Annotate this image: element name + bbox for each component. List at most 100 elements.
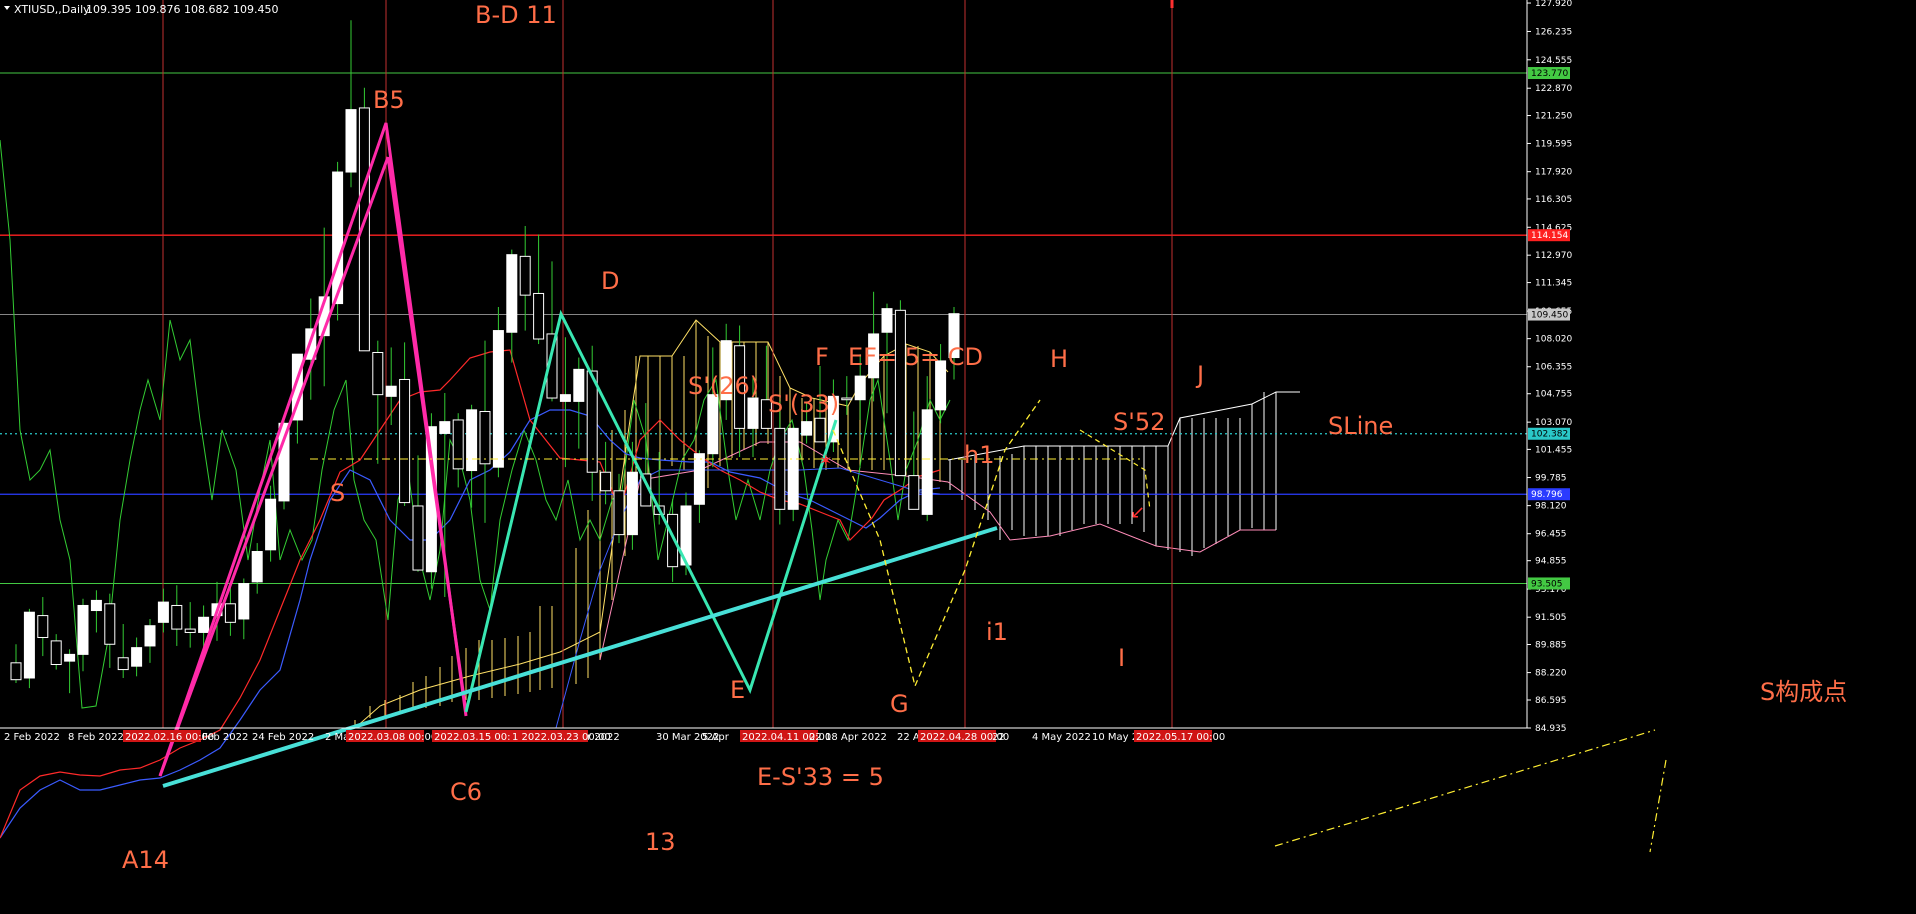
annotation-label: S [330, 479, 345, 507]
price-tick-label: 103.070 [1535, 418, 1572, 428]
symbol-label: XTIUSD,,Daily [14, 3, 90, 16]
annotation-label: J [1195, 361, 1204, 389]
candle-body [519, 255, 531, 296]
annotation-label: C6 [450, 778, 482, 806]
chart-canvas[interactable]: ✶ ↙ B-D 11 B5 D F EF= 5= CD H J S'(26) S'(33) S'52… [0, 0, 1916, 910]
candle-body [10, 662, 22, 681]
annotation-label: H [1050, 345, 1068, 373]
candle-body [412, 505, 424, 571]
price-tick-label: 96.455 [1535, 530, 1567, 540]
red-arrow-marker: ↙ [1130, 502, 1145, 523]
candle-body [707, 394, 719, 455]
red-star-marker: ✶ [819, 451, 832, 470]
date-tick-label: 2022.03.15 00:00 [434, 732, 523, 743]
candle-body [345, 109, 357, 173]
price-tick-label: 127.920 [1535, 0, 1572, 9]
candle-body [157, 601, 169, 623]
price-tick-label: 94.855 [1535, 557, 1567, 567]
annotation-label: SLine [1328, 412, 1393, 440]
candle-body [466, 409, 478, 472]
candle-body [479, 411, 491, 465]
candle-body [600, 471, 612, 492]
date-tick-label: 24 Feb 2022 [252, 732, 314, 743]
date-tick-label: 18 Apr 2022 [825, 732, 887, 743]
price-tick-label: 91.505 [1535, 613, 1567, 623]
price-line-badge-label: 123.770 [1531, 69, 1568, 79]
date-tick-label: 22 [992, 732, 1005, 743]
price-tick-label: 108.020 [1535, 335, 1572, 345]
price-line-badge-label: 98.796 [1531, 490, 1563, 500]
chart-header: XTIUSD,,Daily 109.395 109.876 108.682 10… [4, 3, 278, 16]
candle-body [90, 599, 102, 612]
annotation-label: h1 [964, 441, 994, 469]
candle-body [814, 417, 826, 443]
candle-body [854, 375, 866, 401]
candle-body [385, 385, 397, 397]
candle-body [64, 653, 76, 662]
candle-body [265, 498, 277, 551]
price-tick-label: 88.220 [1535, 669, 1567, 679]
candle-body [23, 611, 35, 679]
candle-body [439, 421, 451, 434]
price-tick-label: 84.935 [1535, 724, 1567, 734]
candle-body [747, 397, 759, 429]
candle-body [399, 378, 411, 504]
annotation-label: i1 [986, 618, 1008, 646]
candle-body [104, 603, 116, 645]
price-tick-label: 99.785 [1535, 474, 1567, 484]
price-line-badge-label: 102.382 [1531, 430, 1568, 440]
candle-body [801, 421, 813, 436]
price-tick-label: 116.305 [1535, 195, 1572, 205]
candle-body [452, 419, 464, 470]
candle-body [506, 254, 518, 333]
annotation-label: B-D 11 [475, 1, 557, 29]
date-tick-label: 8 Feb 2022 [68, 732, 124, 743]
candle-body [131, 647, 143, 667]
annotation-label: 13 [645, 828, 676, 856]
annotation-label: S'(26) [688, 372, 759, 400]
candle-body [238, 583, 250, 620]
price-tick-label: 98.120 [1535, 502, 1567, 512]
price-tick-label: 119.595 [1535, 139, 1572, 149]
candle-body [573, 368, 585, 402]
annotation-label: I [1118, 644, 1125, 672]
candle-body [171, 604, 183, 630]
annotation-label: S'52 [1113, 408, 1165, 436]
price-tick-label: 126.235 [1535, 27, 1572, 37]
candle-body [559, 394, 571, 402]
date-tick-label: 10 May 2 [1092, 732, 1138, 743]
annotation-label: B5 [373, 86, 405, 114]
price-tick-label: 111.345 [1535, 279, 1572, 289]
price-tick-label: 89.885 [1535, 641, 1567, 651]
annotation-label: E-S'33 = 5 [757, 763, 884, 791]
price-chart[interactable]: ✶ ↙ B-D 11 B5 D F EF= 5= CD H J S'(26) S'(33) S'52… [0, 0, 1916, 910]
annotation-label: S'(33) [768, 390, 839, 418]
price-tick-label: 117.920 [1535, 168, 1572, 178]
annotation-label: EF= 5= CD [848, 343, 983, 371]
candle-body [787, 427, 799, 510]
candle-body [613, 490, 625, 536]
candle-body [921, 409, 933, 515]
date-tick-label: Feb 2022 [202, 732, 248, 743]
candle-body [492, 330, 504, 468]
candle-body [117, 657, 129, 671]
date-tick-label: 2022.05.17 00:00 [1136, 732, 1225, 743]
price-tick-label: 112.970 [1535, 251, 1572, 261]
date-tick-label: 2022.02.16 00:00 [125, 732, 214, 743]
price-tick-label: 86.595 [1535, 696, 1567, 706]
candle-body [693, 453, 705, 505]
price-tick-label: 122.870 [1535, 84, 1572, 94]
candle-body [626, 471, 638, 536]
candle-body [144, 625, 156, 647]
candle-body [841, 397, 853, 401]
price-tick-label: 101.455 [1535, 445, 1572, 455]
annotation-label: F [815, 343, 829, 371]
candle-body [533, 292, 545, 340]
price-line-badge-label: 114.154 [1531, 231, 1568, 241]
price-tick-label: 104.755 [1535, 390, 1572, 400]
candle-body [278, 422, 290, 502]
candle-body [198, 616, 210, 633]
date-tick-label: 4 May 2022 [1032, 732, 1091, 743]
candle-body [50, 640, 62, 666]
candle-body [908, 475, 920, 510]
